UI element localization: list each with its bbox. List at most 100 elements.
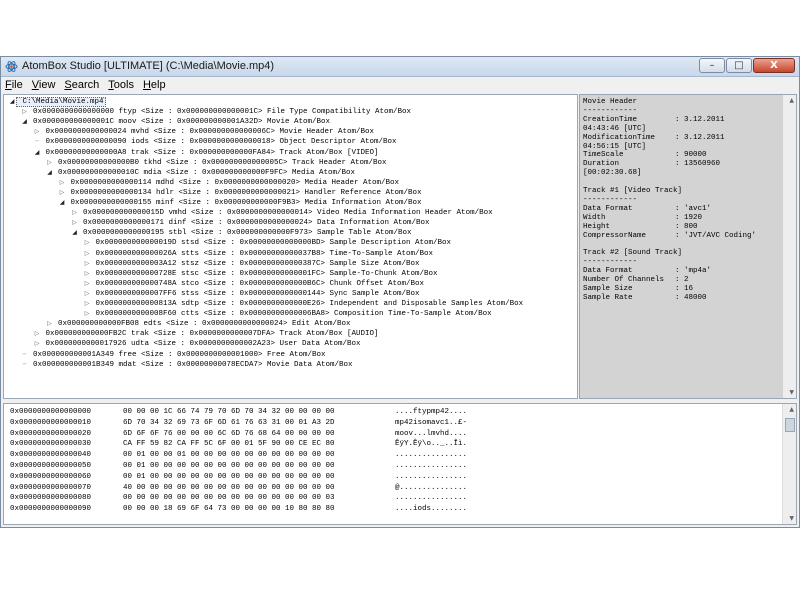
tree-node[interactable]: ▷ 0x0000000000000171 dinf <Size : 0x0000… (71, 218, 429, 228)
menu-item-label: earch (71, 79, 100, 91)
tree-node[interactable]: ▷ 0x0000000000017926 udta <Size : 0x0000… (33, 339, 361, 349)
collapse-arrow-icon[interactable]: ▷ (46, 158, 54, 168)
hex-row: 0x0000000000000040 00 01 00 00 01 00 00 0… (10, 450, 467, 460)
title-bar[interactable]: AtomBox Studio [ULTIMATE] (C:\Media\Movi… (1, 57, 799, 77)
tree-node-label: 0x000000000000FB08 edts <Size : 0x000000… (53, 320, 351, 329)
collapse-arrow-icon[interactable]: ▷ (83, 269, 91, 279)
hex-offset: 0x0000000000000000 (10, 408, 92, 416)
expand-arrow-icon[interactable]: ◢ (8, 97, 16, 107)
info-line: Track #1 [Video Track] (583, 187, 682, 196)
tree-node[interactable]: ▷ 0x0000000000000134 hdlr <Size : 0x0000… (58, 188, 422, 198)
info-key: Track #1 [Video Track] (583, 187, 683, 195)
collapse-arrow-icon[interactable]: ▷ (71, 218, 79, 228)
expand-arrow-icon[interactable]: ◢ (21, 117, 29, 127)
expand-arrow-icon[interactable]: ◢ (71, 228, 79, 238)
hex-ascii: @............... (395, 483, 468, 492)
info-line: [00:02:30.68] (583, 169, 642, 178)
tree-node[interactable]: ▷ 0x000000000000015D vmhd <Size : 0x0000… (71, 208, 492, 218)
menu-item[interactable]: Tools (108, 79, 134, 91)
info-scrollbar[interactable]: ▲ ▼ (783, 95, 796, 398)
info-key: Sample Size (583, 284, 633, 293)
collapse-arrow-icon[interactable]: ▷ (83, 259, 91, 269)
close-button[interactable]: X (753, 58, 795, 73)
tree-node[interactable]: ▷ 0x000000000000FB2C trak <Size : 0x0000… (33, 329, 379, 339)
menu-item[interactable]: View (32, 79, 56, 91)
collapse-arrow-icon[interactable]: ▷ (83, 249, 91, 259)
collapse-arrow-icon[interactable]: ▷ (33, 127, 41, 137)
menu-item[interactable]: Search (64, 79, 99, 91)
tree-node[interactable]: ▷ 0x000000000000813A sdtp <Size : 0x0000… (83, 299, 523, 309)
tree-node[interactable]: ▷ 0x000000000000FB08 edts <Size : 0x0000… (46, 319, 351, 329)
collapse-arrow-icon[interactable]: ▷ (83, 289, 91, 299)
tree-node[interactable]: ▷ 0x00000000000000B0 tkhd <Size : 0x0000… (46, 158, 386, 168)
info-line: ------------ (583, 258, 637, 267)
tree-node[interactable]: ▷ 0x0000000000007FF6 stss <Size : 0x0000… (83, 289, 420, 299)
expand-arrow-icon[interactable]: ◢ (33, 148, 41, 158)
tree-node[interactable]: ◢ 0x000000000000001C moov <Size : 0x0000… (21, 117, 330, 127)
tree-node-label: 0x000000000001A349 free <Size : 0x000000… (28, 350, 326, 359)
info-key: Width (583, 213, 606, 222)
maximize-button[interactable]: □ (726, 58, 752, 73)
atom-tree-view[interactable]: ◢ C:\Media\Movie.mp4 ▷ 0x0000000000000000… (3, 94, 578, 399)
hex-offset: 0x0000000000000050 (10, 462, 92, 470)
tree-node[interactable]: ◢ 0x000000000000010C mdia <Size : 0x0000… (46, 168, 355, 178)
tree-node[interactable]: ┈ 0x000000000001B349 mdat <Size : 0x0000… (21, 360, 353, 370)
hex-offset: 0x0000000000000040 (10, 451, 92, 460)
tree-node[interactable]: ▷ 0x0000000000008F60 ctts <Size : 0x0000… (83, 309, 492, 319)
hex-bytes: 6D 6F 6F 76 00 00 00 6C 6D 76 68 64 00 0… (123, 429, 335, 438)
scroll-up-icon[interactable]: ▲ (789, 406, 794, 413)
tree-node[interactable]: ▷ 0x0000000000003A12 stsz <Size : 0x0000… (83, 259, 420, 269)
hex-bytes: 00 01 00 00 01 00 00 00 00 00 00 00 00 0… (123, 451, 335, 460)
menu-item-label: ile (11, 79, 23, 91)
tree-node[interactable]: ◢ 0x0000000000000195 stbl <Size : 0x0000… (71, 228, 411, 238)
info-value: : 800 (675, 222, 698, 231)
tree-node-label: 0x000000000000FB2C trak <Size : 0x000000… (41, 330, 379, 339)
collapse-arrow-icon[interactable]: ▷ (83, 279, 91, 289)
tree-node[interactable]: ▷ 0x0000000000000114 mdhd <Size : 0x0000… (58, 178, 399, 188)
info-line: ModificationTime: 3.12.2011 (583, 134, 725, 143)
hex-bytes: 00 01 00 00 00 00 00 00 00 00 00 00 00 0… (123, 462, 335, 470)
tree-node[interactable]: ▷ 0x000000000000026A stts <Size : 0x0000… (83, 249, 433, 259)
hex-row: 0x0000000000000010 6D 70 34 32 69 73 6F 6… (10, 418, 467, 428)
collapse-arrow-icon[interactable]: ▷ (58, 188, 66, 198)
info-key: Data Format (583, 204, 633, 213)
tree-node[interactable]: ▷ 0x0000000000000000 ftyp <Size : 0x0000… (21, 107, 411, 117)
minimize-button[interactable]: – (699, 58, 725, 73)
hex-scrollbar[interactable]: ▲ ▼ (782, 404, 796, 524)
tree-node[interactable]: ◢ 0x00000000000000A8 trak <Size : 0x0000… (33, 148, 379, 158)
collapse-arrow-icon[interactable]: ▷ (33, 329, 41, 339)
hex-view[interactable]: ▲ ▼ 0x0000000000000000 00 00 00 1C 66 74 … (3, 403, 797, 525)
tree-node[interactable]: ◢ C:\Media\Movie.mp4 (8, 97, 106, 107)
tree-node[interactable]: ▷ 0x000000000000019D stsd <Size : 0x0000… (83, 238, 451, 248)
hex-row: 0x0000000000000050 00 01 00 00 00 00 00 0… (10, 461, 467, 471)
scroll-down-icon[interactable]: ▼ (789, 389, 794, 396)
expand-arrow-icon[interactable]: ◢ (58, 198, 66, 208)
menu-item[interactable]: Help (143, 79, 166, 91)
menu-item[interactable]: File (5, 79, 23, 91)
collapse-arrow-icon[interactable]: ▷ (46, 319, 54, 329)
info-key: ModificationTime (583, 133, 656, 142)
collapse-arrow-icon[interactable]: ▷ (83, 238, 91, 248)
tree-leaf-line-icon: ┈ (22, 360, 27, 368)
collapse-arrow-icon[interactable]: ▷ (33, 339, 41, 349)
collapse-arrow-icon[interactable]: ▷ (21, 107, 29, 117)
tree-node[interactable]: ┈ 0x000000000001A349 free <Size : 0x0000… (21, 350, 326, 360)
info-line: Number Of Channels: 2 (583, 276, 689, 285)
info-key: ------------ (583, 195, 638, 204)
tree-node-label: 0x0000000000000155 minf <Size : 0x000000… (66, 199, 422, 207)
tree-node[interactable]: ┈ 0x0000000000000090 iods <Size : 0x0000… (33, 137, 396, 147)
tree-node[interactable]: ▷ 0x0000000000000024 mvhd <Size : 0x0000… (33, 127, 374, 137)
collapse-arrow-icon[interactable]: ▷ (83, 299, 91, 309)
collapse-arrow-icon[interactable]: ▷ (58, 178, 66, 188)
expand-arrow-icon[interactable]: ◢ (46, 168, 54, 178)
scroll-down-icon[interactable]: ▼ (789, 515, 794, 522)
hex-scroll-thumb[interactable] (785, 418, 795, 432)
tree-node[interactable]: ▷ 0x000000000000748A stco <Size : 0x0000… (83, 279, 424, 289)
collapse-arrow-icon[interactable]: ▷ (83, 309, 91, 319)
hex-ascii: moov...lmvhd.... (395, 429, 468, 438)
tree-node[interactable]: ▷ 0x000000000000728E stsc <Size : 0x0000… (83, 269, 438, 279)
tree-node[interactable]: ◢ 0x0000000000000155 minf <Size : 0x0000… (58, 198, 422, 208)
scroll-up-icon[interactable]: ▲ (789, 97, 794, 104)
hex-bytes: CA FF 59 82 CA FF 5C 6F 00 01 5F 90 00 C… (123, 440, 335, 449)
collapse-arrow-icon[interactable]: ▷ (71, 208, 79, 218)
